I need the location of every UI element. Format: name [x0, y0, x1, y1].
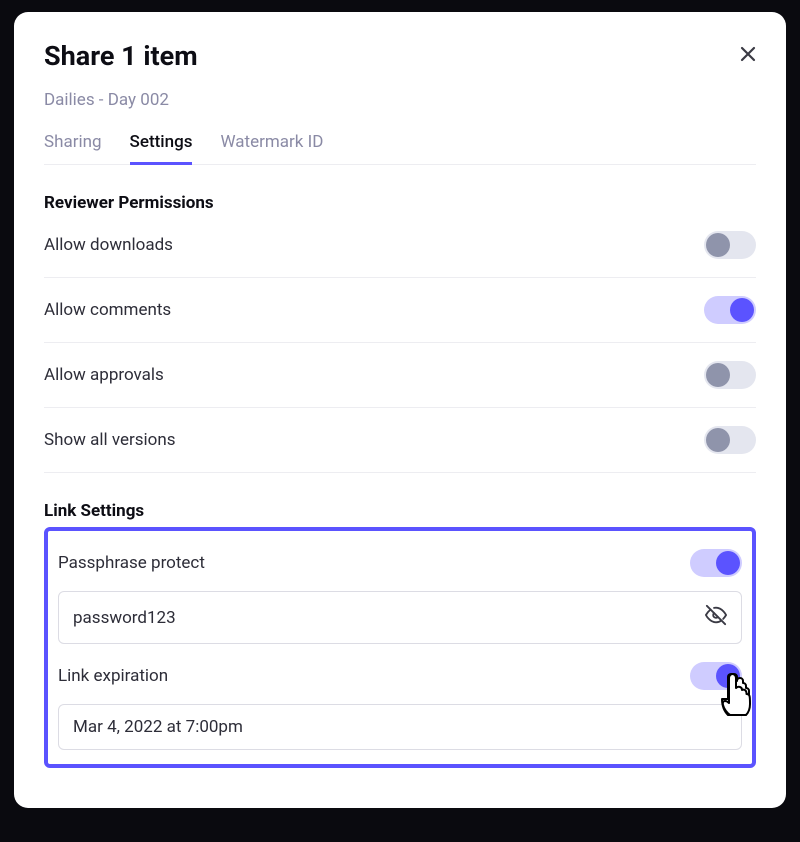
label-allow-comments: Allow comments: [44, 300, 171, 320]
row-passphrase-protect: Passphrase protect: [58, 537, 742, 587]
toggle-allow-downloads[interactable]: [704, 231, 756, 259]
link-settings-highlight: Passphrase protect password123 Link expi…: [44, 527, 756, 768]
tab-watermark[interactable]: Watermark ID: [220, 132, 323, 164]
modal-header: Share 1 item: [44, 40, 756, 72]
tabs: Sharing Settings Watermark ID: [44, 132, 756, 165]
passphrase-input[interactable]: password123: [58, 591, 742, 644]
section-reviewer-permissions: Reviewer Permissions: [44, 193, 756, 213]
eye-off-icon[interactable]: [705, 604, 727, 631]
expiration-input[interactable]: Mar 4, 2022 at 7:00pm: [58, 704, 742, 750]
tab-sharing[interactable]: Sharing: [44, 132, 102, 164]
row-allow-comments: Allow comments: [44, 278, 756, 343]
modal-subtitle: Dailies - Day 002: [44, 90, 756, 110]
passphrase-value: password123: [73, 608, 176, 628]
row-allow-downloads: Allow downloads: [44, 213, 756, 278]
section-link-settings: Link Settings: [44, 501, 756, 521]
toggle-passphrase-protect[interactable]: [690, 549, 742, 577]
label-passphrase-protect: Passphrase protect: [58, 553, 205, 573]
tab-settings[interactable]: Settings: [130, 132, 193, 164]
expiration-value: Mar 4, 2022 at 7:00pm: [73, 717, 243, 737]
toggle-allow-approvals[interactable]: [704, 361, 756, 389]
label-show-all-versions: Show all versions: [44, 430, 176, 450]
toggle-show-all-versions[interactable]: [704, 426, 756, 454]
row-show-all-versions: Show all versions: [44, 408, 756, 473]
label-allow-approvals: Allow approvals: [44, 365, 164, 385]
close-icon: [740, 46, 756, 62]
row-allow-approvals: Allow approvals: [44, 343, 756, 408]
label-link-expiration: Link expiration: [58, 666, 168, 686]
row-link-expiration: Link expiration: [58, 644, 742, 700]
share-modal: Share 1 item Dailies - Day 002 Sharing S…: [14, 12, 786, 808]
toggle-allow-comments[interactable]: [704, 296, 756, 324]
modal-title: Share 1 item: [44, 40, 198, 72]
toggle-link-expiration[interactable]: [690, 662, 742, 690]
label-allow-downloads: Allow downloads: [44, 235, 173, 255]
close-button[interactable]: [740, 45, 756, 67]
